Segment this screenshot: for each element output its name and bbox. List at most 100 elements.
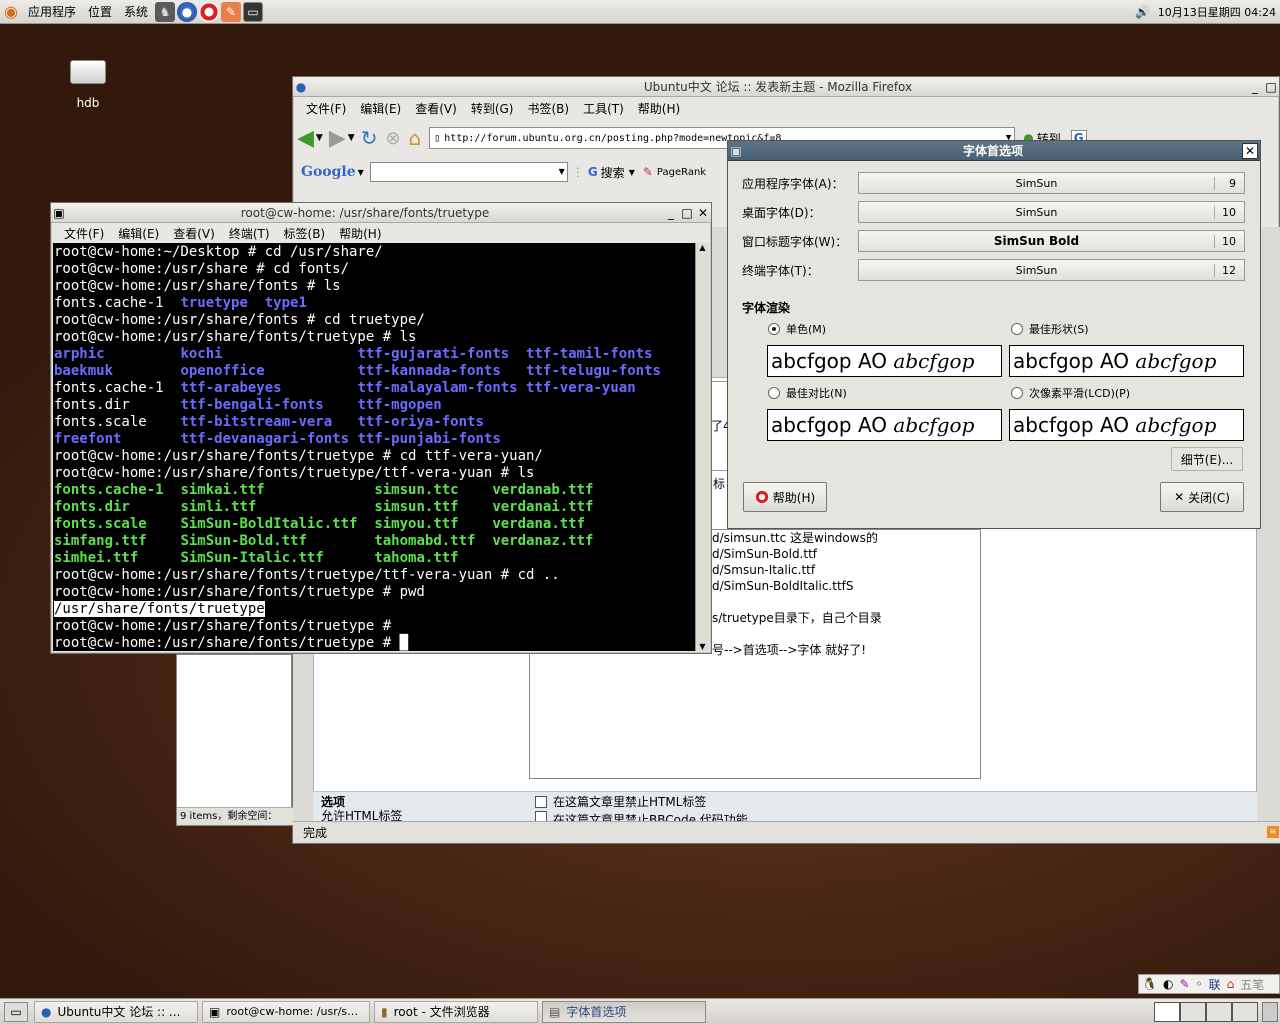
workspace-switcher[interactable] — [1154, 1001, 1258, 1022]
scroll-down-icon[interactable]: ▼ — [696, 642, 709, 651]
radio-icon[interactable] — [1011, 323, 1023, 335]
back-dropdown-icon[interactable]: ▼ — [316, 133, 323, 143]
terminal-launcher-icon[interactable]: ▭ — [243, 1, 264, 22]
radio-monochrome[interactable]: 单色(M) — [768, 321, 826, 337]
google-input-dropdown-icon[interactable]: ▼ — [559, 167, 565, 176]
menu-places[interactable]: 位置 — [82, 0, 118, 24]
disable-bbcode-checkbox[interactable]: 在这篇文章里禁止BBCode 代码功能 — [535, 811, 748, 821]
menu-view[interactable]: 查看(V) — [408, 100, 464, 117]
desktop-font-button[interactable]: SimSun 10 — [858, 201, 1245, 223]
app-font-button[interactable]: SimSun 9 — [858, 172, 1245, 194]
close-dialog-button[interactable]: ✕ 关闭(C) — [1160, 482, 1244, 512]
term-menu-tabs[interactable]: 标签(B) — [277, 225, 333, 242]
stop-icon[interactable]: ⊗ — [385, 128, 400, 149]
workspace-1[interactable] — [1154, 1001, 1180, 1022]
term-menu-edit[interactable]: 编辑(E) — [111, 225, 166, 242]
term-menu-file[interactable]: 文件(F) — [57, 225, 111, 242]
workspace-4[interactable] — [1232, 1001, 1258, 1022]
penguin-icon[interactable]: 🐧 — [1139, 977, 1160, 991]
checkbox-icon[interactable] — [535, 811, 547, 821]
minimize-button[interactable]: _ — [663, 205, 679, 221]
close-button[interactable]: ✕ — [695, 205, 711, 221]
terminal-segment: fonts.scale — [54, 516, 147, 532]
menu-go[interactable]: 转到(G) — [464, 100, 521, 117]
minimize-button[interactable]: _ — [1247, 79, 1263, 95]
font-name: SimSun — [1015, 263, 1058, 277]
trash-icon[interactable] — [1262, 1001, 1278, 1022]
radio-best-contrast[interactable]: 最佳对比(N) — [768, 385, 847, 401]
maximize-button[interactable]: □ — [1263, 79, 1279, 95]
google-search-input[interactable]: ▼ — [369, 162, 568, 182]
radio-icon[interactable] — [768, 387, 780, 399]
volume-icon[interactable]: 🔊 — [1133, 2, 1153, 22]
menu-tools[interactable]: 工具(T) — [576, 100, 631, 117]
details-button[interactable]: 细节(E)... — [1171, 447, 1243, 471]
back-arrow-icon[interactable]: ◀ — [297, 126, 314, 151]
task-font-prefs[interactable]: ▤ 字体首选项 — [542, 1000, 706, 1023]
menu-edit[interactable]: 编辑(E) — [353, 100, 408, 117]
terminal-font-button[interactable]: SimSun 12 — [858, 259, 1245, 281]
help-launcher-icon[interactable] — [199, 1, 220, 22]
term-menu-help[interactable]: 帮助(H) — [332, 225, 388, 242]
ime-punct-icon[interactable]: ◦ — [1193, 977, 1206, 991]
window-menu-icon[interactable]: ● — [293, 79, 309, 95]
task-firefox[interactable]: ● Ubuntu中文 论坛 :: ... — [34, 1000, 198, 1023]
ime-lock-icon[interactable]: ⌂ — [1224, 977, 1238, 991]
checkbox-icon[interactable] — [535, 795, 547, 808]
term-menu-view[interactable]: 查看(V) — [166, 225, 222, 242]
menu-bookmarks[interactable]: 书签(B) — [520, 100, 576, 117]
scroll-up-icon[interactable]: ▲ — [696, 243, 709, 252]
ime-mode-icon[interactable]: ◐ — [1160, 977, 1176, 991]
search-dropdown-icon[interactable]: ▼ — [629, 168, 635, 177]
clock[interactable]: 10月13日星期四 04:24 — [1154, 4, 1280, 20]
google-logo[interactable]: Google — [301, 164, 356, 180]
ime-wubi-label[interactable]: 五笔 — [1237, 976, 1267, 993]
menu-system[interactable]: 系统 — [118, 0, 154, 24]
ubuntu-logo-icon[interactable]: ◉ — [1, 2, 21, 22]
task-terminal[interactable]: ▣ root@cw-home: /usr/s… — [202, 1000, 370, 1023]
sample-subpixel[interactable]: abcfgop AO abcfgop — [1009, 409, 1244, 441]
maximize-button[interactable]: □ — [679, 205, 695, 221]
terminal-scrollbar[interactable]: ▲ ▼ — [695, 243, 709, 651]
editor-launcher-icon[interactable]: ✎ — [221, 1, 242, 22]
pagerank-label[interactable]: PageRank — [657, 167, 706, 178]
terminal-screen[interactable]: root@cw-home:~/Desktop # cd /usr/share/r… — [53, 243, 695, 651]
radio-icon[interactable] — [1011, 387, 1023, 399]
menu-applications[interactable]: 应用程序 — [22, 0, 82, 24]
radio-subpixel[interactable]: 次像素平滑(LCD)(P) — [1011, 385, 1130, 401]
window-menu-icon[interactable]: ▣ — [728, 143, 744, 159]
term-menu-terminal[interactable]: 终端(T) — [222, 225, 277, 242]
workspace-3[interactable] — [1206, 1001, 1232, 1022]
desktop-icon-hdb[interactable]: hdb — [62, 60, 114, 110]
terminal-titlebar[interactable]: ▣ root@cw-home: /usr/share/fonts/truetyp… — [51, 203, 711, 223]
workspace-2[interactable] — [1180, 1001, 1206, 1022]
sample-monochrome[interactable]: abcfgop AO abcfgop — [767, 345, 1002, 377]
firefox-launcher-icon[interactable]: ● — [177, 1, 198, 22]
font-prefs-titlebar[interactable]: ▣ 字体首选项 ✕ — [728, 141, 1260, 161]
show-desktop-icon[interactable]: ▭ — [4, 1001, 28, 1022]
gimp-launcher-icon[interactable]: ♞ — [155, 1, 176, 22]
title-font-button[interactable]: SimSun Bold 10 — [858, 230, 1245, 252]
disable-html-checkbox[interactable]: 在这篇文章里禁止HTML标签 — [535, 793, 706, 810]
forward-dropdown-icon[interactable]: ▼ — [348, 133, 355, 143]
radio-best-shape[interactable]: 最佳形状(S) — [1011, 321, 1089, 337]
reload-icon[interactable]: ↻ — [361, 126, 378, 150]
firefox-titlebar[interactable]: ● Ubuntu中文 论坛 :: 发表新主题 - Mozilla Firefox… — [293, 77, 1279, 97]
rss-icon[interactable]: ≋ — [1267, 826, 1279, 838]
sample-best-contrast[interactable]: abcfgop AO abcfgop — [767, 409, 1002, 441]
ime-lian-label[interactable]: 联 — [1206, 976, 1224, 993]
close-button[interactable]: ✕ — [1242, 142, 1258, 159]
window-menu-icon[interactable]: ▣ — [51, 205, 67, 221]
help-button[interactable]: 帮助(H) — [743, 482, 827, 512]
forward-arrow-icon[interactable]: ▶ — [329, 126, 346, 151]
task-file-browser[interactable]: ▮ root - 文件浏览器 — [374, 1000, 538, 1023]
radio-icon[interactable] — [768, 323, 780, 335]
google-search-button[interactable]: 搜索 — [601, 164, 625, 181]
menu-file[interactable]: 文件(F) — [299, 100, 353, 117]
ime-pen-icon[interactable]: ✎ — [1176, 977, 1192, 991]
menu-help[interactable]: 帮助(H) — [631, 100, 687, 117]
google-dropdown-icon[interactable]: ▼ — [358, 168, 364, 177]
font-size: 10 — [1214, 234, 1244, 248]
home-icon[interactable]: ⌂ — [409, 126, 422, 150]
sample-best-shape[interactable]: abcfgop AO abcfgop — [1009, 345, 1244, 377]
